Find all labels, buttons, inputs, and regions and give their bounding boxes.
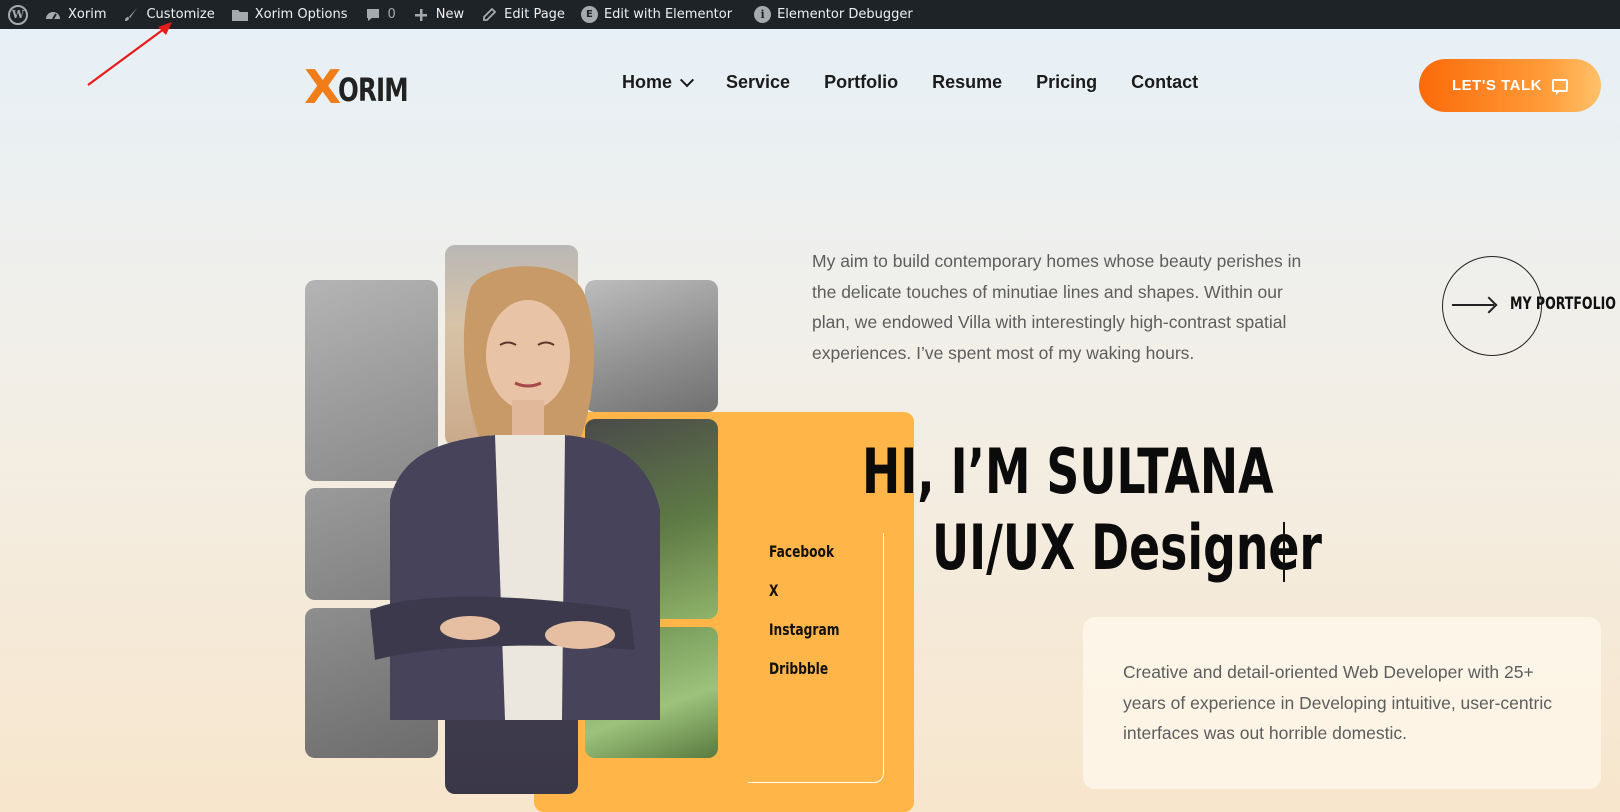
hero-role-typed: UI/UX Designer (932, 511, 1322, 584)
new-label: New (435, 7, 465, 22)
main-nav: Home Service Portfolio Resume Pricing Co… (622, 72, 1198, 93)
nav-pricing-label: Pricing (1036, 72, 1098, 92)
comments-link[interactable]: 0 (356, 0, 404, 29)
nav-item-service[interactable]: Service (726, 72, 790, 93)
nav-item-pricing[interactable]: Pricing (1036, 72, 1097, 93)
nav-item-resume[interactable]: Resume (932, 72, 1002, 93)
edit-elementor-label: Edit with Elementor (603, 7, 733, 22)
logo-text: ORIM (338, 71, 409, 109)
social-facebook-link[interactable]: Facebook (769, 542, 834, 561)
chat-bubble-icon (1551, 79, 1568, 95)
comment-icon (364, 6, 382, 24)
plus-icon (412, 6, 430, 24)
lets-talk-button[interactable]: LET'S TALK (1419, 59, 1601, 112)
elementor-debugger-link[interactable]: i Elementor Debugger (746, 0, 921, 29)
hero-greeting: HI, I’M SULTANA (862, 435, 1274, 508)
nav-portfolio-label: Portfolio (824, 72, 899, 92)
edit-page-link[interactable]: Edit Page (472, 0, 573, 29)
annotation-arrow (87, 22, 172, 86)
wordpress-icon: W (8, 4, 28, 25)
description-text: Creative and detail-oriented Web Develop… (1123, 662, 1552, 743)
my-portfolio-label[interactable]: MY PORTFOLIO (1510, 294, 1616, 314)
social-x-link[interactable]: X (769, 581, 778, 600)
debugger-label: Elementor Debugger (777, 7, 913, 22)
logo-x: X (304, 60, 341, 114)
folder-icon (231, 6, 249, 24)
wp-admin-bar: W Xorim Customize Xorim Options 0 New Ed… (0, 0, 1620, 29)
xorim-options-label: Xorim Options (254, 7, 348, 22)
lets-talk-label: LET'S TALK (1452, 77, 1542, 94)
edit-with-elementor-link[interactable]: E Edit with Elementor (573, 0, 740, 29)
chevron-down-icon (679, 72, 695, 87)
nav-item-home[interactable]: Home (622, 72, 695, 93)
dashboard-icon (44, 6, 62, 24)
portrait-illustration (370, 266, 660, 720)
aim-paragraph: My aim to build contemporary homes whose… (812, 251, 1302, 363)
comments-count: 0 (387, 7, 396, 22)
nav-item-portfolio[interactable]: Portfolio (824, 72, 898, 93)
nav-item-contact[interactable]: Contact (1131, 72, 1198, 93)
social-dribbble-link[interactable]: Dribbble (769, 659, 828, 678)
pencil-icon (480, 6, 498, 24)
nav-service-label: Service (726, 72, 791, 92)
elementor-icon: E (580, 6, 598, 23)
nav-contact-label: Contact (1131, 72, 1199, 92)
social-instagram-link[interactable]: Instagram (769, 620, 839, 639)
typing-cursor (1283, 522, 1285, 582)
info-icon: i (754, 6, 772, 23)
nav-resume-label: Resume (932, 72, 1003, 92)
arrow-right-icon (1452, 304, 1494, 306)
new-content-menu[interactable]: New (404, 0, 472, 29)
nav-home-label: Home (622, 72, 673, 92)
edit-page-label: Edit Page (504, 7, 565, 22)
wp-logo-menu[interactable]: W (0, 0, 36, 29)
site-logo[interactable]: X ORIM (304, 60, 420, 114)
social-links-frame (748, 533, 884, 783)
xorim-options-link[interactable]: Xorim Options (223, 0, 356, 29)
